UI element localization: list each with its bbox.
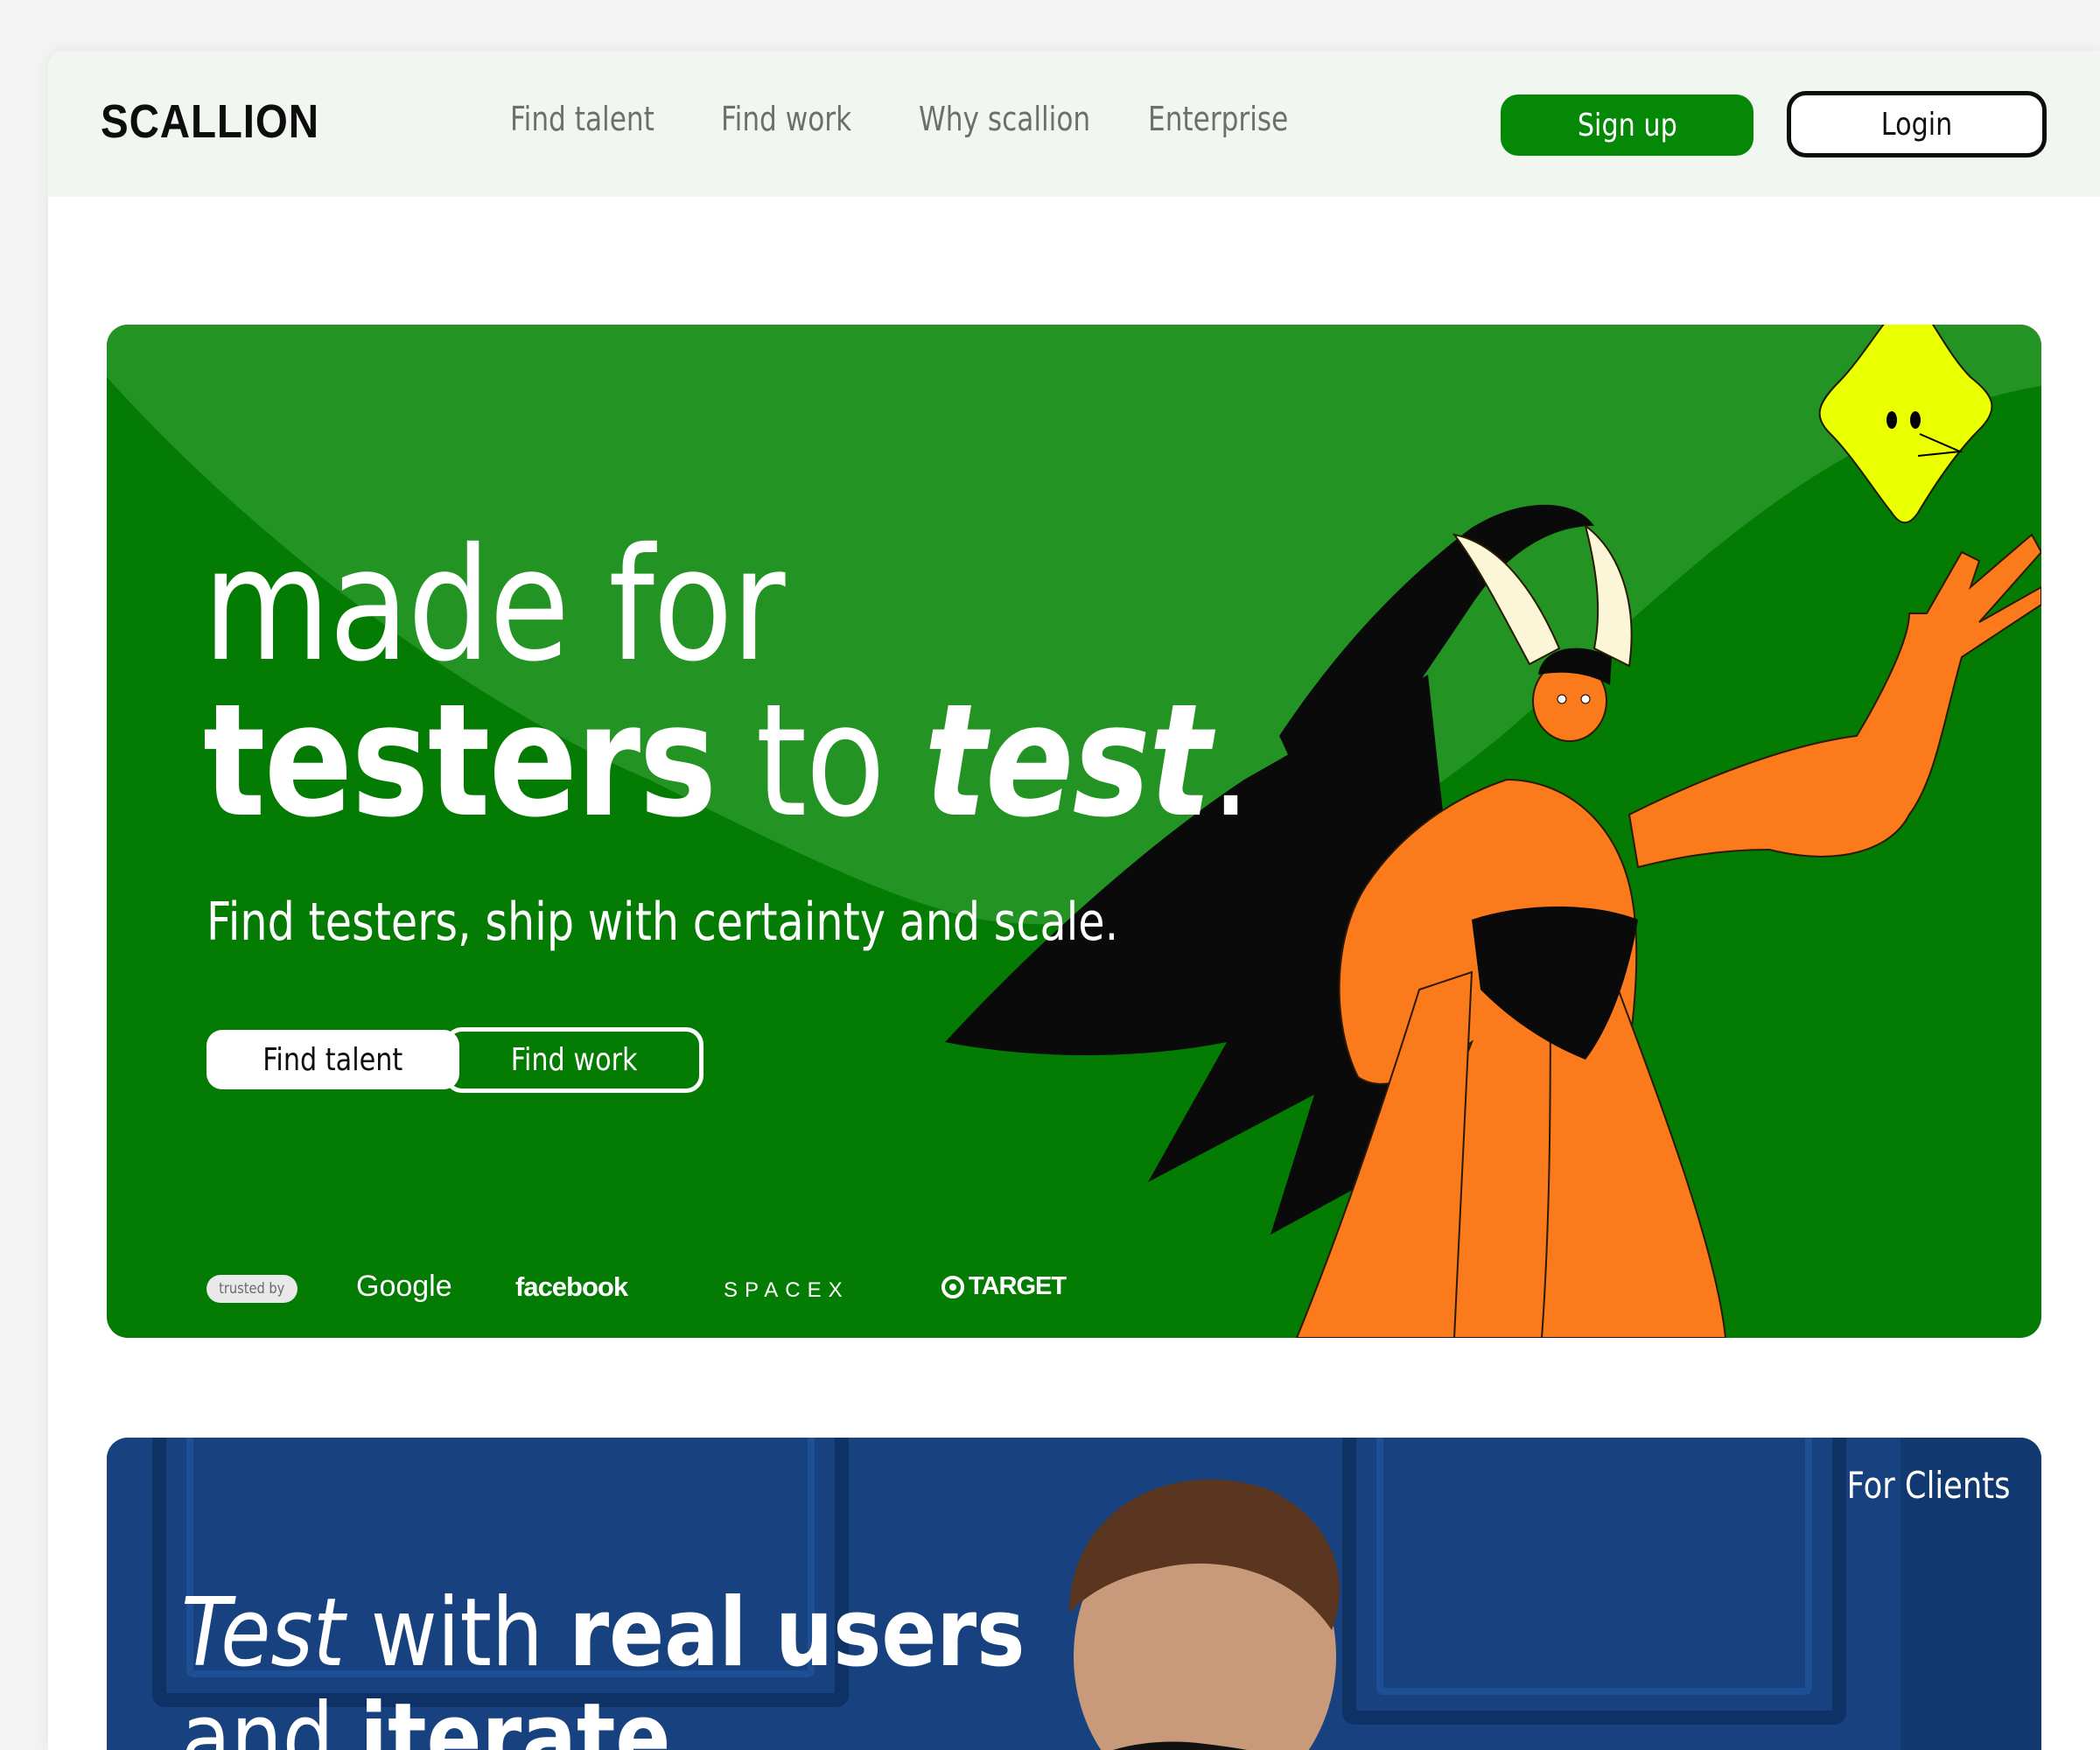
logo[interactable]: SCALLION xyxy=(101,94,319,149)
clients-head-with: with xyxy=(345,1578,570,1688)
nav-link-why-scallion[interactable]: Why scallion xyxy=(919,100,1090,138)
spacex-logo: SPACEX xyxy=(724,1278,850,1302)
hero-find-work-label: Find work xyxy=(510,1042,638,1078)
hero-headline-line2: testers to test. xyxy=(203,683,1251,839)
headline-period: . xyxy=(1209,670,1252,851)
hero-subtitle: Find testers, ship with certainty and sc… xyxy=(206,892,1119,953)
top-navbar: SCALLION Find talent Find work Why scall… xyxy=(48,51,2100,197)
nav-link-find-work[interactable]: Find work xyxy=(721,100,851,138)
google-logo: Google xyxy=(356,1270,452,1303)
hero-find-work-button[interactable]: Find work xyxy=(444,1027,704,1093)
headline-testers: testers xyxy=(203,670,717,851)
login-button-label: Login xyxy=(1880,106,1953,143)
nav-link-enterprise[interactable]: Enterprise xyxy=(1148,100,1288,138)
star-eye-left xyxy=(1886,411,1897,429)
hero-headline-line1: made for xyxy=(203,514,786,696)
character-arm xyxy=(1628,533,2041,869)
clients-head-and: and xyxy=(181,1684,360,1750)
headline-test: test xyxy=(924,670,1211,851)
clients-headline-line1: Test with real users xyxy=(181,1586,1025,1681)
signup-button-label: Sign up xyxy=(1577,107,1677,144)
hero-find-talent-button[interactable]: Find talent xyxy=(206,1030,459,1089)
character-eye-right xyxy=(1580,694,1591,704)
nav-link-find-talent[interactable]: Find talent xyxy=(510,100,654,138)
trusted-by-badge: trusted by xyxy=(206,1275,298,1303)
signup-button[interactable]: Sign up xyxy=(1501,94,1754,156)
facebook-logo: facebook xyxy=(515,1271,628,1302)
target-icon xyxy=(942,1275,964,1298)
clients-head-iterate: iterate xyxy=(360,1684,671,1750)
login-button[interactable]: Login xyxy=(1787,91,2047,158)
clients-head-real-users: real users xyxy=(569,1578,1026,1688)
trusted-by-label: trusted by xyxy=(219,1280,285,1298)
target-logo: TARGET xyxy=(942,1272,1067,1301)
character-eye-left xyxy=(1557,694,1567,704)
hero-section: made for testers to test. Find testers, … xyxy=(107,325,2041,1338)
app-window: SCALLION Find talent Find work Why scall… xyxy=(48,51,2100,1750)
for-clients-label: For Clients xyxy=(1846,1464,2010,1507)
headline-to: to xyxy=(715,670,925,851)
clients-headline-line2: and iterate xyxy=(181,1691,670,1750)
clients-section: For Clients Test with real users and ite… xyxy=(107,1438,2041,1750)
hero-find-talent-label: Find talent xyxy=(262,1041,403,1078)
star-eye-right xyxy=(1910,411,1921,429)
clients-head-test: Test xyxy=(181,1578,346,1688)
target-logo-label: TARGET xyxy=(969,1272,1067,1300)
